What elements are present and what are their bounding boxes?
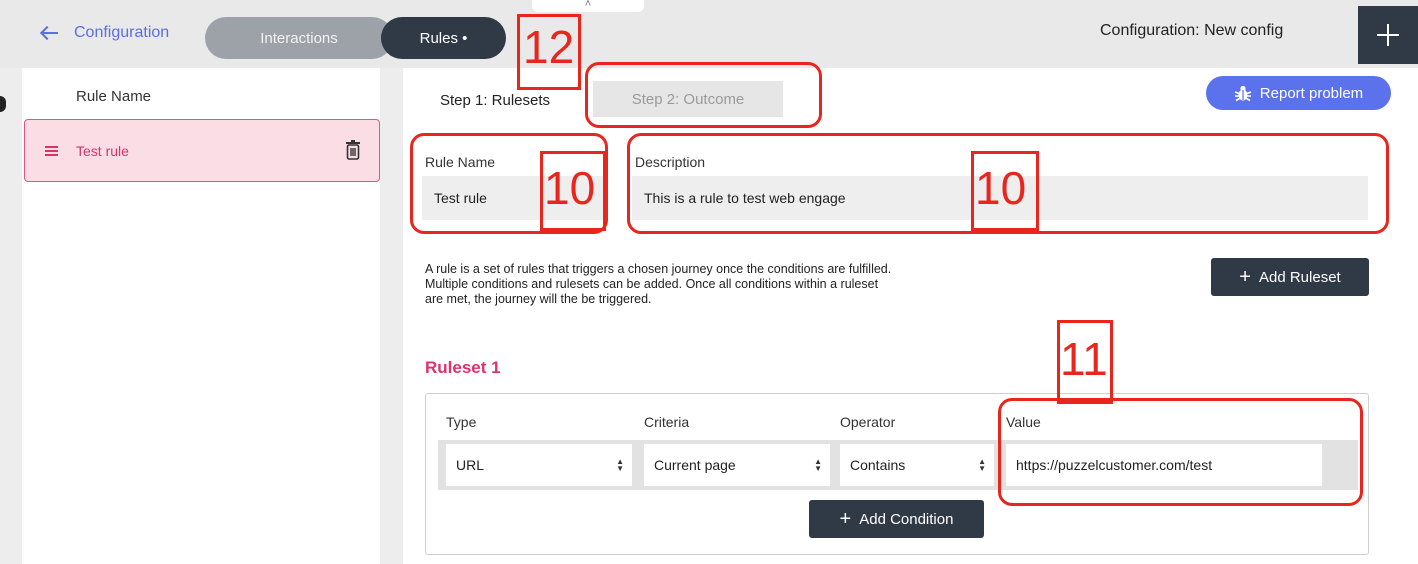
type-select[interactable]: URL ▲ ▼ [446,444,632,486]
annotation-number-11: 11 [1060,333,1108,385]
tab-interactions-label: Interactions [260,29,338,47]
operator-select-value: Contains [850,457,906,473]
plus-icon [1377,24,1399,46]
report-problem-button[interactable]: Report problem [1206,76,1391,110]
criteria-select-value: Current page [654,457,736,473]
trash-icon[interactable] [345,140,361,160]
type-select-value: URL [456,457,485,473]
collapse-handle[interactable]: ˄ [532,0,644,12]
tab-rules[interactable]: Rules • [381,17,506,59]
top-bar: ˄ Configuration Interactions Rules • Con… [0,0,1418,68]
sidebar-edge-tab[interactable] [0,96,6,112]
tab-interactions[interactable]: Interactions [205,17,393,59]
drag-handle-icon[interactable] [45,146,58,156]
chevron-up-icon: ˄ [584,0,592,10]
rule-list-item[interactable]: Test rule [24,119,380,182]
add-ruleset-label: Add Ruleset [1258,268,1341,286]
bug-icon [1234,85,1252,102]
tab-rules-label: Rules • [419,29,468,47]
column-header-criteria: Criteria [644,414,690,430]
plus-icon: + [1239,266,1251,288]
annotation-outline-step2 [585,62,822,128]
criteria-select[interactable]: Current page ▲ ▼ [644,444,830,486]
back-link-label: Configuration [74,24,170,41]
back-to-configuration-link[interactable]: Configuration [40,20,169,46]
annotation-outline-value [998,398,1363,506]
sidebar: Rule Name Test rule [0,68,403,564]
column-header-type: Type [446,414,477,430]
select-arrows-icon: ▲ ▼ [814,457,822,473]
ruleset-help-text: A rule is a set of rules that triggers a… [425,262,892,306]
select-arrows-icon: ▲ ▼ [616,457,624,473]
operator-select[interactable]: Contains ▲ ▼ [840,444,994,486]
add-condition-button[interactable]: + Add Condition [809,500,984,538]
annotation-number-10b: 10 [975,162,1027,214]
plus-icon: + [839,508,852,530]
select-arrows-icon: ▲ ▼ [978,457,986,473]
add-button[interactable] [1358,6,1418,64]
arrow-left-icon [40,26,60,40]
add-ruleset-button[interactable]: + Add Ruleset [1211,258,1369,296]
report-problem-label: Report problem [1259,84,1364,102]
rule-list-heading: Rule Name [76,88,152,105]
ruleset-title: Ruleset 1 [425,358,501,377]
rule-list-item-label: Test rule [76,143,129,159]
annotation-number-12: 12 [523,21,575,73]
rule-list-panel: Rule Name Test rule [22,68,380,564]
annotation-number-10a: 10 [544,162,596,214]
configuration-title: Configuration: New config [1100,22,1284,39]
column-header-operator: Operator [840,414,896,430]
add-condition-label: Add Condition [859,510,954,528]
